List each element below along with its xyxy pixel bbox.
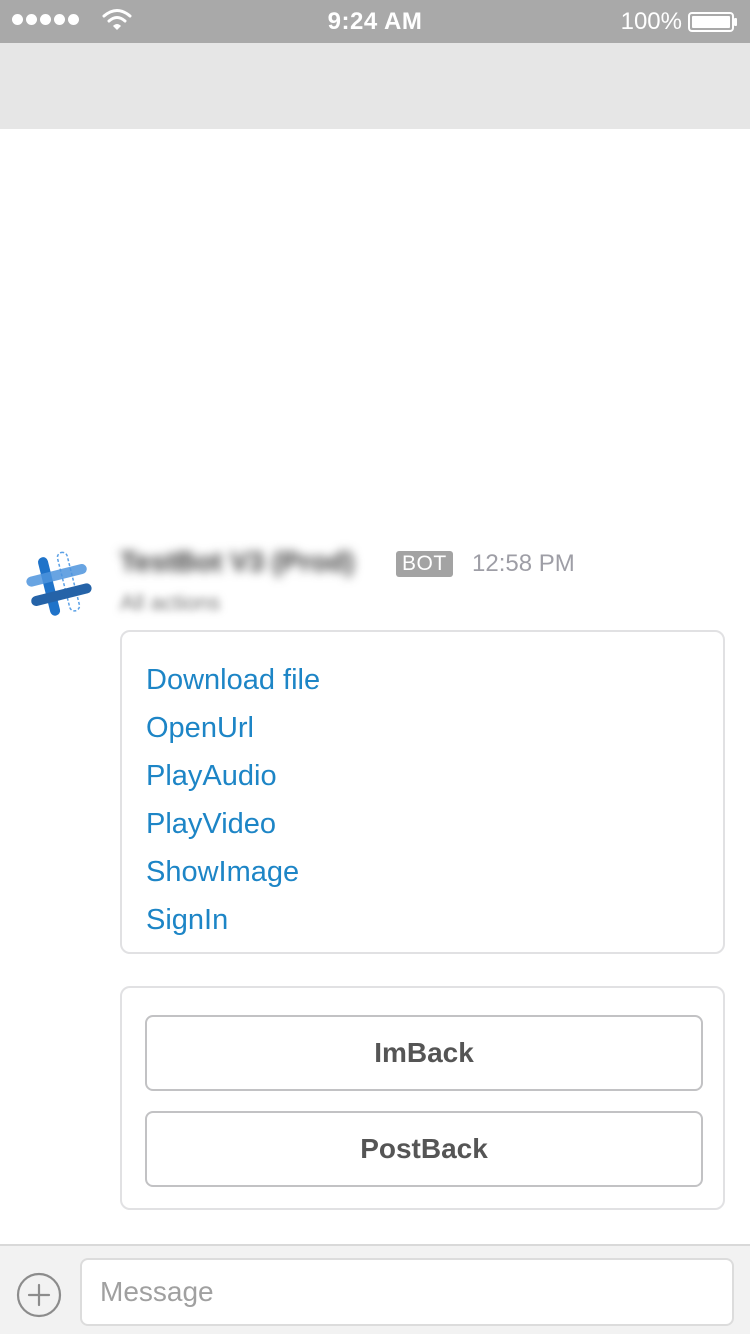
play-audio-link[interactable]: PlayAudio: [146, 752, 723, 800]
sign-in-link[interactable]: SignIn: [146, 896, 723, 944]
status-bar: 9:24 AM 100%: [0, 0, 750, 43]
play-video-link[interactable]: PlayVideo: [146, 800, 723, 848]
slack-hash-icon: [26, 551, 92, 616]
message-timestamp[interactable]: 12:58 PM: [472, 550, 575, 578]
download-file-link[interactable]: Download file: [146, 656, 723, 704]
bot-badge: BOT: [396, 551, 453, 577]
open-url-link[interactable]: OpenUrl: [146, 704, 723, 752]
sender-name: TestBot V3 (Prod): [120, 546, 355, 577]
postback-button[interactable]: PostBack: [145, 1111, 703, 1187]
message-composer: [0, 1244, 750, 1334]
battery-icon: [688, 12, 737, 32]
message-subtitle: All actions: [120, 590, 221, 615]
actions-buttons-card: ImBack PostBack: [120, 986, 725, 1210]
navigation-header: [0, 43, 750, 129]
battery-percent: 100%: [620, 8, 682, 35]
plus-circle-icon[interactable]: [16, 1272, 62, 1318]
actions-links-card: Download file OpenUrl PlayAudio PlayVide…: [120, 630, 725, 954]
message-input[interactable]: [80, 1258, 734, 1326]
show-image-link[interactable]: ShowImage: [146, 848, 723, 896]
imback-button[interactable]: ImBack: [145, 1015, 703, 1091]
